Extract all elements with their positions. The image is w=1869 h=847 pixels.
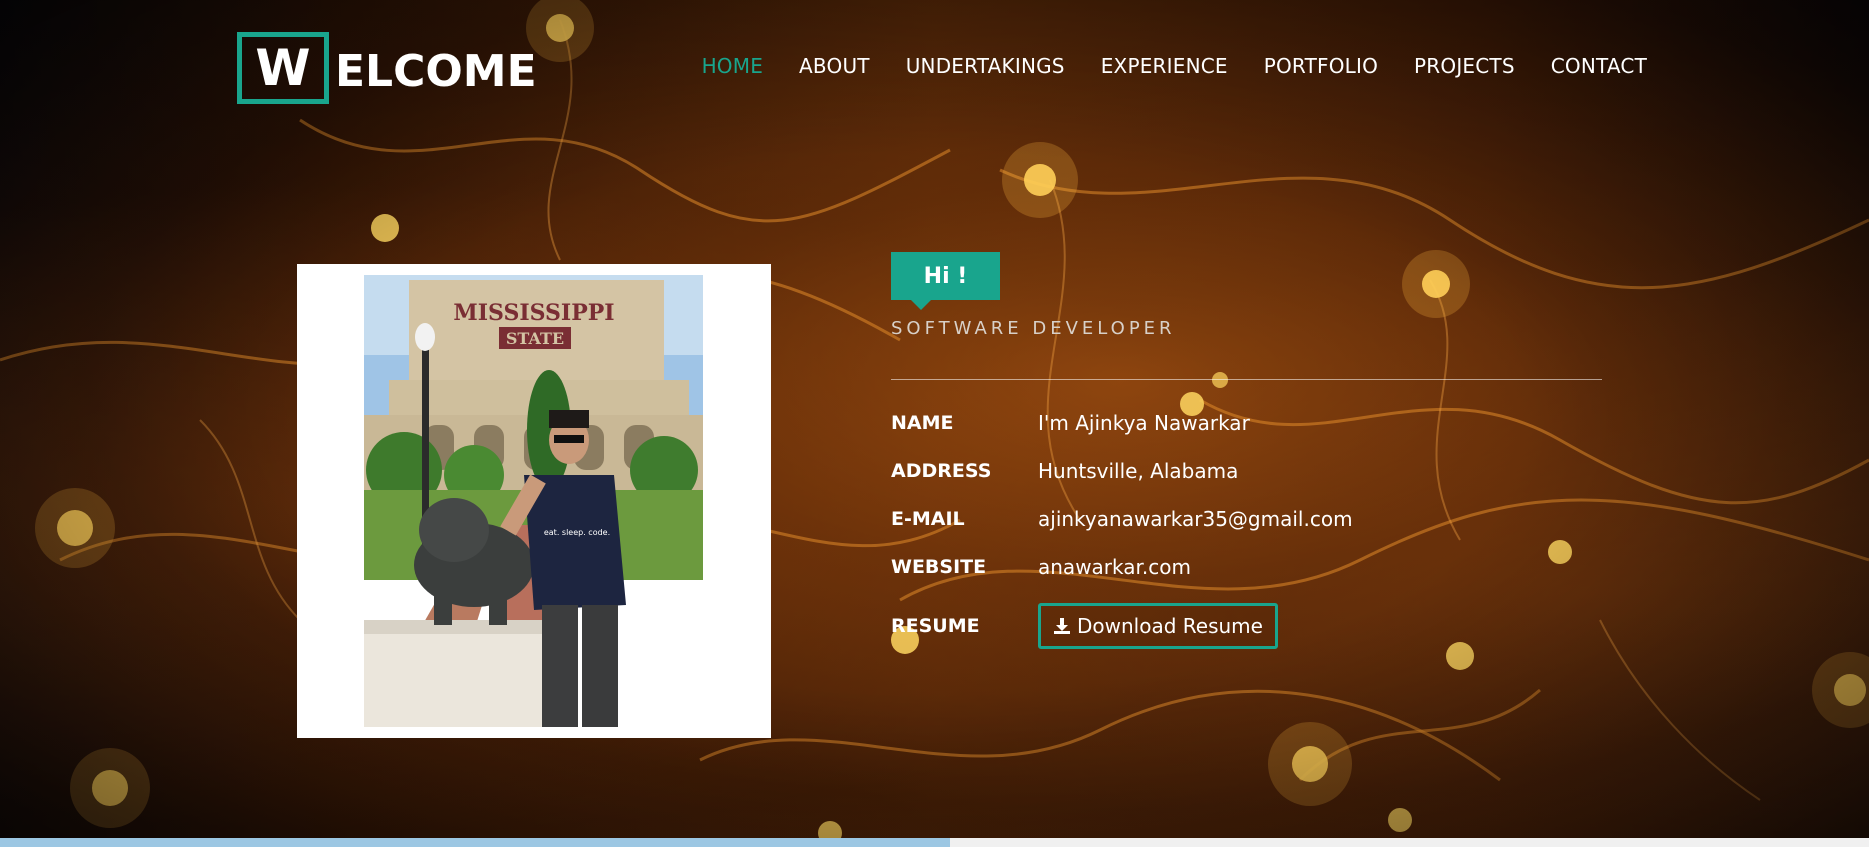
website-row: WEBSITE anawarkar.com <box>891 555 1191 579</box>
email-value[interactable]: ajinkyanawarkar35@gmail.com <box>1038 507 1353 531</box>
resume-row: RESUME Download Resume <box>891 603 1278 649</box>
nav-portfolio[interactable]: PORTFOLIO <box>1264 54 1378 78</box>
greeting-text: Hi ! <box>923 263 968 289</box>
resume-label: RESUME <box>891 615 980 637</box>
site-logo[interactable]: W ELCOME <box>237 30 537 105</box>
profile-photo: MISSISSIPPI STATE eat. sleep. code. <box>364 275 703 727</box>
greeting-badge: Hi ! <box>891 252 1000 310</box>
nav-undertakings[interactable]: UNDERTAKINGS <box>906 54 1065 78</box>
email-label: E-MAIL <box>891 508 965 530</box>
profile-photo-card: MISSISSIPPI STATE eat. sleep. code. <box>297 264 771 738</box>
main-nav: HOME ABOUT UNDERTAKINGS EXPERIENCE PORTF… <box>702 54 1647 78</box>
name-row: NAME I'm Ajinkya Nawarkar <box>891 411 1250 435</box>
download-resume-button[interactable]: Download Resume <box>1038 603 1278 649</box>
website-value[interactable]: anawarkar.com <box>1038 555 1191 579</box>
website-label: WEBSITE <box>891 556 987 578</box>
nav-home[interactable]: HOME <box>702 54 763 78</box>
photo-sign-line1: MISSISSIPPI <box>453 300 614 326</box>
logo-initial: W <box>255 38 311 97</box>
nav-contact[interactable]: CONTACT <box>1551 54 1647 78</box>
download-resume-label: Download Resume <box>1077 614 1263 638</box>
name-value: I'm Ajinkya Nawarkar <box>1038 411 1250 435</box>
email-row: E-MAIL ajinkyanawarkar35@gmail.com <box>891 507 1353 531</box>
address-row: ADDRESS Huntsville, Alabama <box>891 459 1238 483</box>
address-label: ADDRESS <box>891 460 992 482</box>
role-title: SOFTWARE DEVELOPER <box>891 318 1176 339</box>
bottom-progress-strip <box>0 838 950 847</box>
download-icon <box>1054 618 1070 634</box>
nav-about[interactable]: ABOUT <box>799 54 870 78</box>
logo-initial-box: W <box>237 31 329 104</box>
name-label: NAME <box>891 412 954 434</box>
photo-sign-line2: STATE <box>506 329 564 348</box>
nav-projects[interactable]: PROJECTS <box>1414 54 1515 78</box>
page: W ELCOME HOME ABOUT UNDERTAKINGS EXPERIE… <box>0 0 1869 847</box>
address-value: Huntsville, Alabama <box>1038 459 1239 483</box>
photo-shirt-text: eat. sleep. code. <box>544 528 610 537</box>
logo-text: ELCOME <box>335 46 537 97</box>
profile-photo-illustration: MISSISSIPPI STATE eat. sleep. code. <box>364 275 703 727</box>
divider <box>891 379 1602 380</box>
nav-experience[interactable]: EXPERIENCE <box>1101 54 1228 78</box>
bottom-strip-remainder <box>950 838 1869 847</box>
